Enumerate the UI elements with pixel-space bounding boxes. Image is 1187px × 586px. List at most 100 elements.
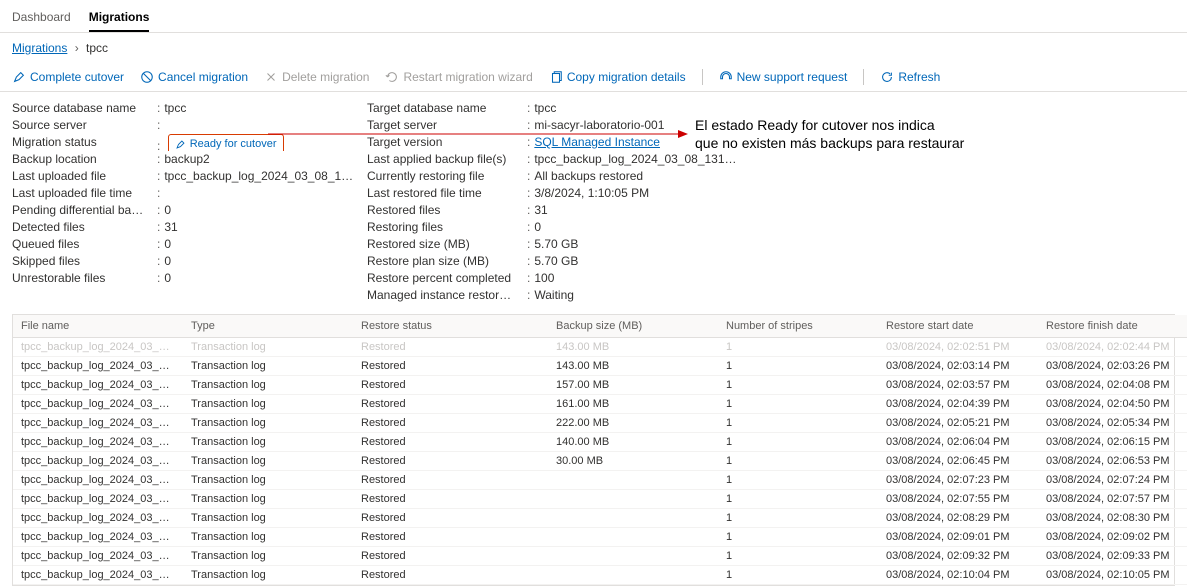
restart-wizard-button: Restart migration wizard <box>385 70 532 84</box>
cell-finish: 03/08/2024, 02:06:15 PM <box>1038 433 1187 452</box>
table-row[interactable]: tpcc_backup_log_2024_03_08_125000.trnTra… <box>13 471 1187 490</box>
value-currently-restoring: :All backups restored <box>527 168 737 185</box>
label-target-db: Target database name <box>367 100 517 117</box>
col-stripes[interactable]: Number of stripes <box>718 315 878 338</box>
cell-status: Restored <box>353 509 548 528</box>
cell-file: tpcc_backup_log_2024_03_08_124001.trn <box>13 433 183 452</box>
label-restoring-files: Restoring files <box>367 219 517 236</box>
table-row[interactable]: tpcc_backup_log_2024_03_08_125500.trnTra… <box>13 490 1187 509</box>
cell-stripes: 1 <box>718 528 878 547</box>
support-icon <box>719 70 733 84</box>
cell-stripes: 1 <box>718 471 878 490</box>
cell-size <box>548 509 718 528</box>
cell-start: 03/08/2024, 02:02:51 PM <box>878 338 1038 357</box>
delete-icon <box>264 70 278 84</box>
cell-file: tpcc_backup_log_2024_03_08_125000.trn <box>13 471 183 490</box>
table-row[interactable]: tpcc_backup_log_2024_03_08_123001.trnTra… <box>13 395 1187 414</box>
table-row[interactable]: tpcc_backup_log_2024_03_08_130500.trnTra… <box>13 528 1187 547</box>
label-migration-status: Migration status <box>12 134 147 151</box>
label-skipped-files: Skipped files <box>12 253 147 270</box>
table-row[interactable]: tpcc_backup_log_2024_03_08_124001.trnTra… <box>13 433 1187 452</box>
cell-type: Transaction log <box>183 452 353 471</box>
value-pending-diff: :0 <box>157 202 357 219</box>
table-row[interactable]: tpcc_backup_log_2024_03_08_122000.trnTra… <box>13 357 1187 376</box>
cell-status: Restored <box>353 338 548 357</box>
cell-status: Restored <box>353 414 548 433</box>
label-last-uploaded-file: Last uploaded file <box>12 168 147 185</box>
cell-stripes: 1 <box>718 376 878 395</box>
left-labels-col: Source database name Source server Migra… <box>12 100 147 304</box>
cell-status: Restored <box>353 433 548 452</box>
rocket-icon <box>12 70 26 84</box>
cell-file: tpcc_backup_log_2024_03_08_125500.trn <box>13 490 183 509</box>
table-header-row: File name Type Restore status Backup siz… <box>13 315 1187 338</box>
cell-file: tpcc_backup_log_2024_03_08_130000.trn <box>13 509 183 528</box>
tab-migrations[interactable]: Migrations <box>89 6 150 32</box>
cell-start: 03/08/2024, 02:04:39 PM <box>878 395 1038 414</box>
table-row[interactable]: tpcc_backup_log_2024_03_08_131500.trnTra… <box>13 566 1187 585</box>
value-restored-files: :31 <box>527 202 737 219</box>
cell-finish: 03/08/2024, 02:09:02 PM <box>1038 528 1187 547</box>
refresh-button[interactable]: Refresh <box>880 70 940 84</box>
cell-size: 143.00 MB <box>548 338 718 357</box>
label-queued-files: Queued files <box>12 236 147 253</box>
cell-finish: 03/08/2024, 02:10:05 PM <box>1038 566 1187 585</box>
cell-start: 03/08/2024, 02:05:21 PM <box>878 414 1038 433</box>
breadcrumb-separator: › <box>75 41 79 55</box>
cell-finish: 03/08/2024, 02:06:53 PM <box>1038 452 1187 471</box>
value-mi-restore-status: :Waiting <box>527 287 737 304</box>
value-restore-plan-size: :5.70 GB <box>527 253 737 270</box>
col-backup-size[interactable]: Backup size (MB) <box>548 315 718 338</box>
label-last-applied: Last applied backup file(s) <box>367 151 517 168</box>
complete-cutover-button[interactable]: Complete cutover <box>12 70 124 84</box>
cell-stripes: 1 <box>718 490 878 509</box>
cell-status: Restored <box>353 490 548 509</box>
cell-file: tpcc_backup_log_2024_03_08_123001.trn <box>13 395 183 414</box>
col-restore-start[interactable]: Restore start date <box>878 315 1038 338</box>
toolbar: Complete cutover Cancel migration Delete… <box>0 63 1187 92</box>
cell-start: 03/08/2024, 02:07:23 PM <box>878 471 1038 490</box>
table-row[interactable]: tpcc_backup_log_2024_03_08_124500.trnTra… <box>13 452 1187 471</box>
cell-size <box>548 490 718 509</box>
new-support-button[interactable]: New support request <box>719 70 848 84</box>
copy-details-button[interactable]: Copy migration details <box>549 70 686 84</box>
value-last-restored-time: :3/8/2024, 1:10:05 PM <box>527 185 737 202</box>
table-row[interactable]: tpcc_backup_log_2024_03_08_131000.trnTra… <box>13 547 1187 566</box>
cell-start: 03/08/2024, 02:03:14 PM <box>878 357 1038 376</box>
label-last-uploaded-time: Last uploaded file time <box>12 185 147 202</box>
cell-start: 03/08/2024, 02:06:45 PM <box>878 452 1038 471</box>
cell-finish: 03/08/2024, 02:08:30 PM <box>1038 509 1187 528</box>
left-values-col: :tpcc : : Ready for cutover :backup2 :tp… <box>157 100 357 304</box>
col-restore-status[interactable]: Restore status <box>353 315 548 338</box>
cell-start: 03/08/2024, 02:07:55 PM <box>878 490 1038 509</box>
cell-type: Transaction log <box>183 547 353 566</box>
cell-finish: 03/08/2024, 02:02:44 PM <box>1038 338 1187 357</box>
tab-dashboard[interactable]: Dashboard <box>12 6 71 32</box>
col-file-name[interactable]: File name <box>13 315 183 338</box>
table-row[interactable]: tpcc_backup_log_2024_03_08_121500.trnTra… <box>13 338 1187 357</box>
table-row[interactable]: tpcc_backup_log_2024_03_08_123500.trnTra… <box>13 414 1187 433</box>
col-type[interactable]: Type <box>183 315 353 338</box>
label-last-restored-time: Last restored file time <box>367 185 517 202</box>
value-skipped-files: :0 <box>157 253 357 270</box>
cell-stripes: 1 <box>718 414 878 433</box>
breadcrumb-root[interactable]: Migrations <box>12 41 67 55</box>
col-restore-finish[interactable]: Restore finish date <box>1038 315 1187 338</box>
table-row[interactable]: tpcc_backup_log_2024_03_08_130000.trnTra… <box>13 509 1187 528</box>
cell-status: Restored <box>353 528 548 547</box>
cell-type: Transaction log <box>183 357 353 376</box>
cell-size: 30.00 MB <box>548 452 718 471</box>
label-backup-location: Backup location <box>12 151 147 168</box>
table-row[interactable]: tpcc_backup_log_2024_03_08_122500.trnTra… <box>13 376 1187 395</box>
status-badge[interactable]: Ready for cutover <box>168 134 284 151</box>
cell-file: tpcc_backup_log_2024_03_08_131500.trn <box>13 566 183 585</box>
cancel-migration-button[interactable]: Cancel migration <box>140 70 248 84</box>
toolbar-separator <box>702 69 703 85</box>
cell-size: 140.00 MB <box>548 433 718 452</box>
value-unrestorable-files: :0 <box>157 270 357 287</box>
label-restore-percent: Restore percent completed <box>367 270 517 287</box>
label-source-server: Source server <box>12 117 147 134</box>
details-pane: Source database name Source server Migra… <box>0 92 1187 308</box>
restart-icon <box>385 70 399 84</box>
cell-finish: 03/08/2024, 02:07:57 PM <box>1038 490 1187 509</box>
